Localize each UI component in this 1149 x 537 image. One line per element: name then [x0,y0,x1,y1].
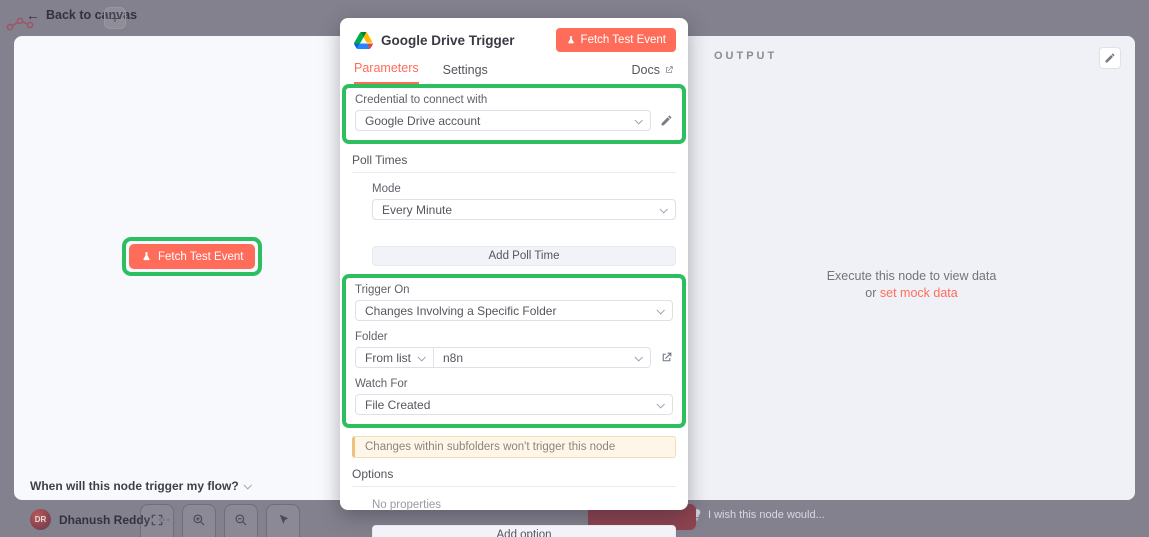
pencil-icon [660,114,673,127]
folder-mode-select[interactable]: From list [356,348,433,367]
zoom-in-button[interactable] [182,504,216,537]
chevron-down-icon [243,481,251,489]
open-folder-external-button[interactable] [660,351,673,364]
add-poll-time-button[interactable]: Add Poll Time [372,246,676,266]
pointer-icon [277,513,290,526]
divider [352,172,676,173]
tab-parameters[interactable]: Parameters [354,61,419,84]
trigger-flow-hint-label: When will this node trigger my flow? [30,479,239,493]
wish-text: I wish this node would... [708,509,825,521]
fetch-test-event-button-modal[interactable]: Fetch Test Event [556,28,676,52]
google-drive-icon [354,32,373,49]
zoom-in-icon [192,513,206,527]
pointer-tool-button[interactable] [266,504,300,537]
trigger-flow-hint[interactable]: When will this node trigger my flow? [30,479,250,493]
chevron-down-icon [656,306,664,314]
node-feedback-prompt[interactable]: I wish this node would... [692,508,825,521]
divider [352,486,676,487]
mode-value: Every Minute [382,203,452,217]
credential-highlight-box: Credential to connect with Google Drive … [342,84,686,144]
credential-edit-button[interactable] [660,114,673,127]
chevron-down-icon [656,400,664,408]
trigger-on-select[interactable]: Changes Involving a Specific Folder [355,300,673,321]
mode-select[interactable]: Every Minute [372,199,676,220]
zoom-to-fit-button[interactable] [140,504,174,537]
chevron-down-icon [634,353,642,361]
avatar[interactable]: DR [30,509,51,530]
app-screen: ← Back to canvas + OUTPUT Execute this n… [0,0,1149,537]
poll-times-section: Poll Times Mode Every Minute Add Poll Ti… [340,144,688,266]
mode-label: Mode [372,183,676,195]
watch-for-label: Watch For [355,378,673,390]
options-empty-text: No properties [372,499,676,511]
canvas-zoom-toolbar [140,504,300,537]
output-empty-state: Execute this node to view data or set mo… [688,268,1135,302]
chevron-down-icon [659,205,667,213]
options-section: Options No properties Add option [340,458,688,537]
docs-link[interactable]: Docs [632,63,674,84]
trigger-on-label: Trigger On [355,284,673,296]
pencil-icon [1104,52,1116,64]
docs-label: Docs [632,63,660,77]
chevron-down-icon [634,116,642,124]
trigger-highlight-box: Trigger On Changes Involving a Specific … [342,274,686,428]
fetch-test-event-highlight: Fetch Test Event [122,237,262,276]
google-drive-trigger-modal: Google Drive Trigger Fetch Test Event Pa… [340,18,688,510]
folder-value: n8n [443,351,463,365]
output-edit-button[interactable] [1099,47,1121,69]
zoom-out-icon [234,513,248,527]
trigger-on-value: Changes Involving a Specific Folder [365,304,556,318]
options-label: Options [352,467,676,481]
external-link-icon [664,65,674,75]
folder-resource-locator: From list n8n [355,347,651,368]
subfolder-warning-notice: Changes within subfolders won't trigger … [352,436,676,458]
watch-for-value: File Created [365,398,430,412]
flask-icon [141,251,152,262]
user-name[interactable]: Dhanush Reddy [59,513,150,527]
add-option-button[interactable]: Add option [372,525,676,537]
chevron-down-icon [417,353,425,361]
output-panel-title: OUTPUT [714,50,777,62]
poll-times-label: Poll Times [352,153,676,167]
new-tab-button[interactable]: + [104,7,126,29]
folder-label: Folder [355,331,673,343]
folder-mode-value: From list [365,351,411,365]
output-empty-line1: Execute this node to view data [688,268,1135,285]
folder-value-select[interactable]: n8n [434,348,650,367]
modal-header: Google Drive Trigger Fetch Test Event [340,18,688,52]
set-mock-data-link[interactable]: set mock data [880,286,958,300]
watch-for-select[interactable]: File Created [355,394,673,415]
tab-settings[interactable]: Settings [443,63,488,84]
back-arrow-icon: ← [26,8,40,22]
output-panel: OUTPUT Execute this node to view data or… [688,36,1135,500]
fetch-test-event-label: Fetch Test Event [581,34,666,46]
modal-tabs: Parameters Settings Docs [340,52,688,84]
fetch-test-event-label: Fetch Test Event [158,251,243,263]
output-empty-or: or [865,286,876,300]
credential-value: Google Drive account [365,114,480,128]
credential-label: Credential to connect with [355,94,673,106]
flask-icon [566,35,576,45]
external-link-icon [660,351,673,364]
modal-title: Google Drive Trigger [381,33,515,48]
credential-select[interactable]: Google Drive account [355,110,651,131]
fetch-test-event-button-canvas[interactable]: Fetch Test Event [129,244,255,269]
zoom-to-fit-icon [150,513,164,527]
zoom-out-button[interactable] [224,504,258,537]
